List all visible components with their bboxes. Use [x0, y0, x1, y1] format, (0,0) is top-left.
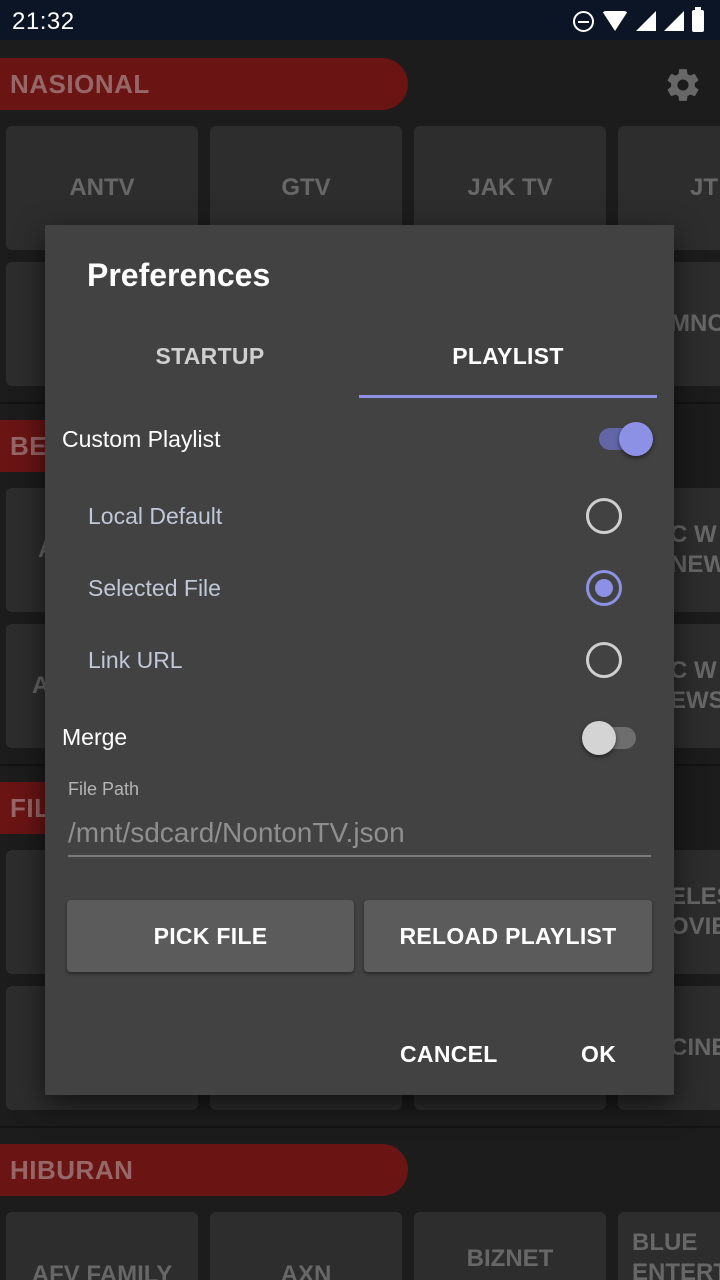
tab-playlist[interactable]: PLAYLIST — [359, 325, 657, 395]
ok-button[interactable]: OK — [581, 1041, 616, 1068]
custom-playlist-switch[interactable] — [597, 418, 653, 458]
reload-playlist-button[interactable]: RELOAD PLAYLIST — [364, 900, 652, 972]
file-path-label: File Path — [68, 779, 140, 799]
tab-startup[interactable]: STARTUP — [61, 325, 359, 395]
radio-local-default[interactable] — [586, 498, 622, 534]
radio-link-url[interactable] — [586, 642, 622, 678]
merge-label: Merge — [62, 724, 128, 750]
custom-playlist-label: Custom Playlist — [62, 426, 221, 452]
pick-file-button[interactable]: PICK FILE — [67, 900, 354, 972]
app-screen: 21:32 NASIONAL ANTV GTV JAK TV JT MNC BE… — [0, 0, 720, 1280]
do-not-disturb-icon — [573, 10, 594, 32]
dialog-title: Preferences — [87, 257, 271, 293]
merge-switch[interactable] — [582, 717, 638, 757]
switch-thumb — [619, 422, 653, 456]
cancel-button[interactable]: CANCEL — [400, 1041, 498, 1068]
battery-icon — [692, 7, 704, 32]
tab-indicator — [359, 395, 657, 398]
wifi-icon — [602, 11, 628, 31]
option-local-default-label: Local Default — [88, 503, 223, 529]
file-path-input[interactable] — [68, 811, 651, 857]
signal-icon — [664, 11, 684, 31]
status-icons — [573, 7, 704, 34]
option-selected-file-label: Selected File — [88, 575, 221, 601]
switch-thumb — [582, 721, 616, 755]
radio-selected-file[interactable] — [586, 570, 622, 606]
preferences-dialog: Preferences STARTUP PLAYLIST Custom Play… — [45, 225, 674, 1095]
signal-icon — [636, 11, 656, 31]
status-bar: 21:32 — [0, 0, 720, 40]
tab-bar: STARTUP PLAYLIST — [61, 325, 657, 399]
status-time: 21:32 — [12, 8, 75, 35]
option-link-url-label: Link URL — [88, 647, 183, 673]
